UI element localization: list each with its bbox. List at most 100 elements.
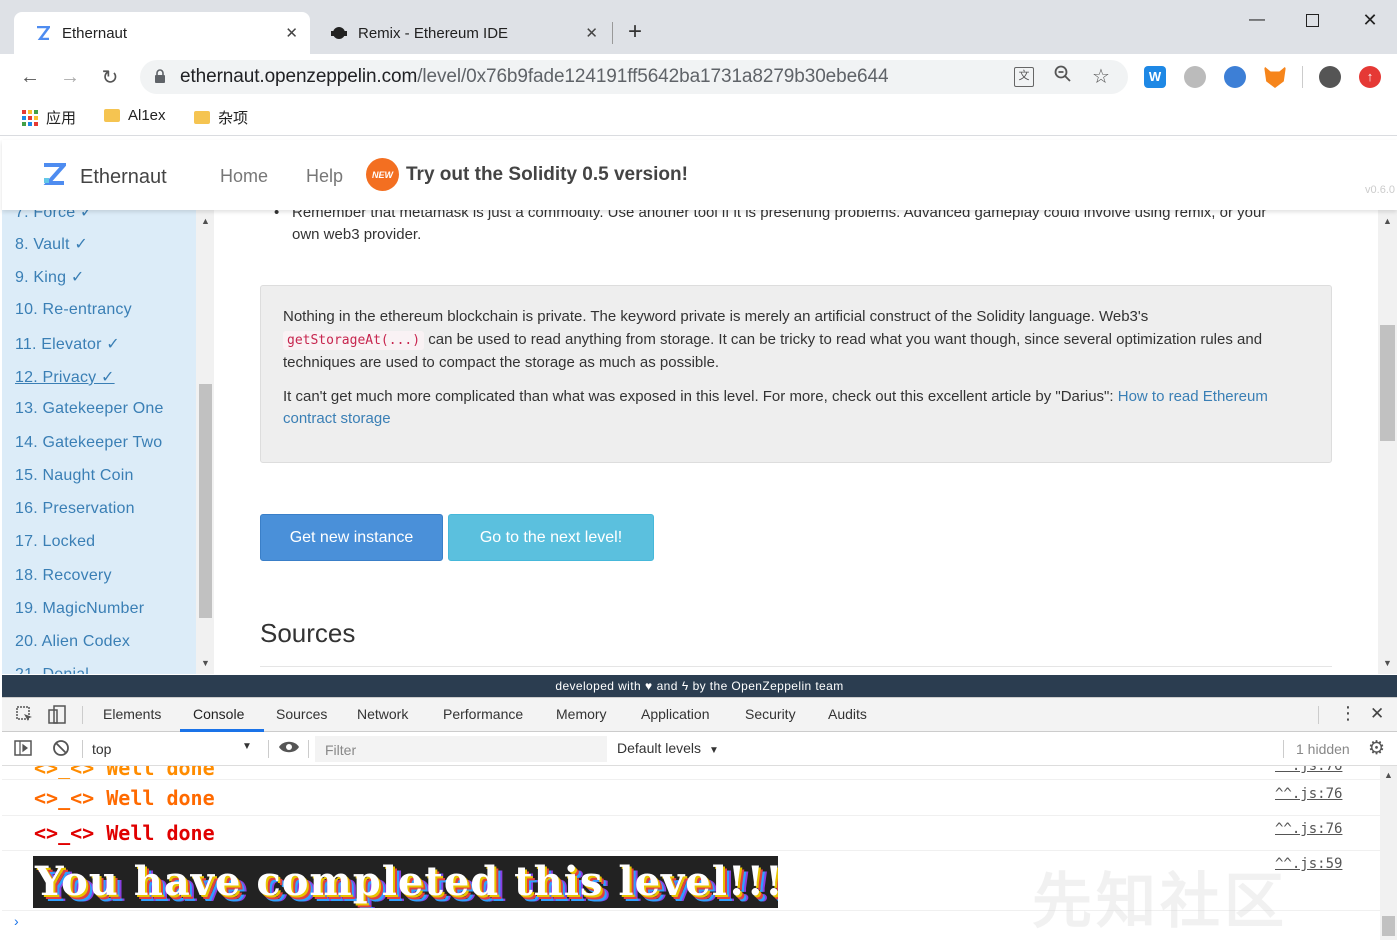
- lightning-icon: ϟ: [681, 679, 689, 693]
- scroll-down-arrow-icon[interactable]: ▼: [201, 658, 210, 668]
- scroll-up-arrow-icon[interactable]: ▲: [1383, 216, 1392, 226]
- devtools-tab-console[interactable]: Console: [193, 706, 244, 722]
- nav-help-link[interactable]: Help: [306, 166, 343, 187]
- url-host: ethernaut.openzeppelin.com: [180, 66, 418, 87]
- clear-console-icon[interactable]: [52, 739, 70, 762]
- level-link[interactable]: 10. Re-entrancy: [15, 301, 132, 319]
- next-level-button[interactable]: Go to the next level!: [448, 514, 654, 561]
- level-link[interactable]: 7. Force ✓: [15, 210, 94, 222]
- console-scroll-thumb[interactable]: [1382, 916, 1395, 936]
- close-tab-icon[interactable]: ✕: [285, 24, 298, 42]
- page-scrollbar[interactable]: ▲ ▼: [1378, 210, 1397, 674]
- tab-remix[interactable]: Remix - Ethereum IDE ✕: [310, 12, 610, 54]
- level-link[interactable]: 17. Locked: [15, 533, 95, 551]
- level-link[interactable]: 20. Alien Codex: [15, 633, 130, 651]
- profile-avatar-icon[interactable]: [1319, 66, 1341, 88]
- kebab-menu-icon[interactable]: ⋮: [1339, 703, 1357, 724]
- solidity-05-promo-link[interactable]: Try out the Solidity 0.5 version!: [406, 164, 688, 186]
- get-new-instance-button[interactable]: Get new instance: [260, 514, 443, 561]
- live-expression-eye-icon[interactable]: [278, 740, 300, 759]
- back-icon[interactable]: ←: [16, 63, 44, 91]
- devtools-tab-performance[interactable]: Performance: [443, 706, 523, 722]
- level-link-current[interactable]: 12. Privacy ✓: [15, 367, 115, 387]
- close-window-icon[interactable]: ✕: [1347, 6, 1393, 34]
- page-scroll-thumb[interactable]: [1380, 325, 1395, 441]
- devtools-tab-security[interactable]: Security: [745, 706, 796, 722]
- level-link[interactable]: 16. Preservation: [15, 500, 135, 518]
- console-settings-gear-icon[interactable]: ⚙: [1368, 737, 1385, 760]
- devtools-tab-network[interactable]: Network: [357, 706, 408, 722]
- level-link[interactable]: 14. Gatekeeper Two: [15, 434, 162, 452]
- close-devtools-icon[interactable]: ✕: [1370, 704, 1384, 724]
- minimize-icon[interactable]: —: [1234, 6, 1280, 34]
- dropdown-arrow-icon: ▼: [708, 745, 719, 756]
- tab-title: Remix - Ethereum IDE: [358, 24, 509, 42]
- bookmark-star-icon[interactable]: ☆: [1092, 64, 1110, 89]
- devtools-tab-elements[interactable]: Elements: [103, 706, 161, 722]
- translate-icon[interactable]: 文: [1014, 67, 1034, 87]
- level-link[interactable]: 18. Recovery: [15, 567, 112, 585]
- divider: [1283, 740, 1284, 758]
- console-line: <>_<> Well done ^^.js:76: [2, 816, 1380, 851]
- bookmark-folder-misc[interactable]: 杂项: [194, 107, 248, 128]
- scroll-up-arrow-icon[interactable]: ▲: [201, 216, 210, 226]
- extension-w-icon[interactable]: W: [1144, 66, 1166, 88]
- divider: [82, 706, 83, 724]
- bookmark-folder-al1ex[interactable]: Al1ex: [104, 107, 166, 124]
- device-toolbar-icon[interactable]: [48, 705, 66, 730]
- console-line: <>_<> Well done ^^.js:76: [2, 781, 1380, 816]
- devtools-tab-memory[interactable]: Memory: [556, 706, 607, 722]
- reload-icon[interactable]: ↻: [96, 63, 124, 91]
- context-select[interactable]: top ▼: [92, 741, 256, 757]
- close-tab-icon[interactable]: ✕: [585, 24, 598, 42]
- log-levels-select[interactable]: Default levels ▼: [617, 740, 719, 756]
- level-link[interactable]: 11. Elevator ✓: [15, 334, 120, 354]
- brand-link[interactable]: Ethernaut: [42, 162, 167, 192]
- devtools-tab-sources[interactable]: Sources: [276, 706, 327, 722]
- apps-grid-icon: [22, 109, 38, 126]
- level-link[interactable]: 15. Naught Coin: [15, 467, 134, 485]
- source-link[interactable]: ^^.js:76: [1275, 766, 1342, 774]
- scroll-up-arrow-icon[interactable]: ▲: [1384, 770, 1393, 780]
- sources-heading: Sources: [260, 618, 356, 648]
- divider: [1318, 706, 1319, 724]
- inspect-element-icon[interactable]: [16, 706, 34, 729]
- console-log-text: <>_<> Well done: [34, 786, 215, 810]
- tab-divider: [612, 22, 613, 44]
- zoom-icon[interactable]: [1054, 65, 1072, 88]
- remix-favicon-icon: [330, 24, 348, 42]
- bookmarks-bar: 应用 Al1ex 杂项: [0, 100, 1397, 136]
- scroll-down-arrow-icon[interactable]: ▼: [1383, 658, 1392, 668]
- update-icon[interactable]: ↑: [1359, 66, 1381, 88]
- source-link[interactable]: ^^.js:76: [1275, 821, 1342, 837]
- bookmark-label: 应用: [46, 110, 77, 127]
- devtools-tab-audits[interactable]: Audits: [828, 706, 867, 722]
- forward-icon[interactable]: →: [56, 63, 84, 91]
- source-link[interactable]: ^^.js:76: [1275, 786, 1342, 802]
- tab-strip: Ethernaut ✕ Remix - Ethereum IDE ✕ + — ✕: [0, 0, 1397, 54]
- devtools-tab-application[interactable]: Application: [641, 706, 710, 722]
- nav-home-link[interactable]: Home: [220, 166, 268, 187]
- extension-globe-icon[interactable]: [1184, 66, 1206, 88]
- bookmark-label: 杂项: [218, 110, 249, 127]
- console-filter-input[interactable]: Filter: [315, 736, 607, 762]
- level-link[interactable]: 21. Denial: [15, 666, 89, 674]
- show-sidebar-icon[interactable]: [14, 740, 32, 761]
- level-link[interactable]: 13. Gatekeeper One: [15, 400, 164, 418]
- address-bar[interactable]: ethernaut.openzeppelin.com/level/0x76b9f…: [140, 60, 1128, 94]
- metamask-fox-icon[interactable]: [1264, 66, 1286, 88]
- bookmark-apps[interactable]: 应用: [22, 107, 76, 128]
- console-scrollbar[interactable]: ▲: [1380, 766, 1397, 940]
- new-tab-button[interactable]: +: [628, 18, 642, 46]
- sidebar-scroll-thumb[interactable]: [199, 384, 212, 618]
- level-link[interactable]: 8. Vault ✓: [15, 234, 88, 254]
- level-link[interactable]: 19. MagicNumber: [15, 600, 144, 618]
- console-prompt[interactable]: ›: [14, 913, 19, 929]
- site-footer: developed with ♥ and ϟ by the OpenZeppel…: [2, 675, 1397, 697]
- maximize-icon[interactable]: [1289, 6, 1335, 34]
- tip-bullet: • Remember that metamask is just a commo…: [274, 210, 1266, 246]
- extension-ie-icon[interactable]: [1224, 66, 1246, 88]
- divider: [268, 740, 269, 758]
- tab-ethernaut[interactable]: Ethernaut ✕: [14, 12, 310, 54]
- level-link[interactable]: 9. King ✓: [15, 267, 84, 287]
